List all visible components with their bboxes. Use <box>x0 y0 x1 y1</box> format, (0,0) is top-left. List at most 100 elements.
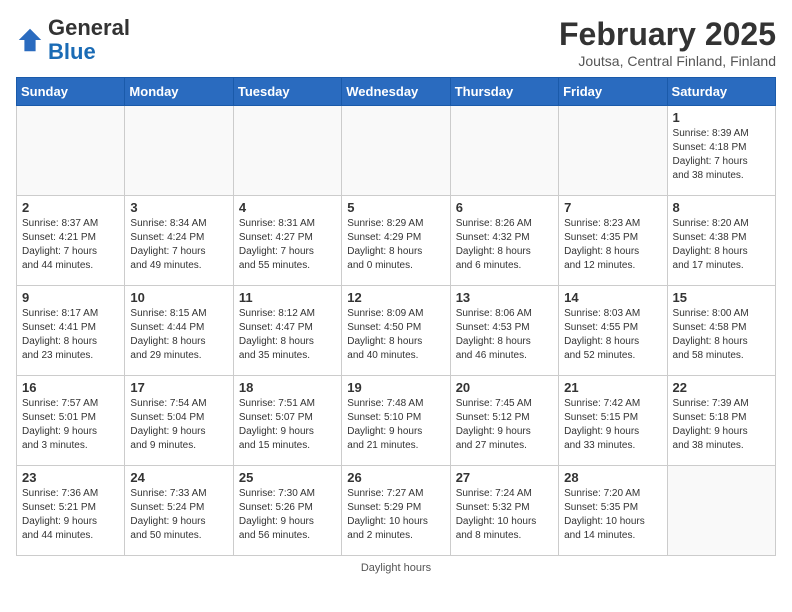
calendar-cell: 1 Sunrise: 8:39 AM Sunset: 4:18 PM Daylig… <box>667 106 775 196</box>
calendar-cell <box>233 106 341 196</box>
day-number: 19 <box>347 380 444 395</box>
day-info: Sunrise: 8:15 AM Sunset: 4:44 PM Dayligh… <box>130 307 227 363</box>
day-number: 5 <box>347 200 444 215</box>
day-number: 3 <box>130 200 227 215</box>
day-number: 9 <box>22 290 119 305</box>
calendar-cell: 7 Sunrise: 8:23 AM Sunset: 4:35 PM Daylig… <box>559 196 667 286</box>
calendar-cell: 18 Sunrise: 7:51 AM Sunset: 5:07 PM Dayli… <box>233 376 341 466</box>
day-info: Sunrise: 7:20 AM Sunset: 5:35 PM Dayligh… <box>564 487 661 543</box>
col-header-sunday: Sunday <box>17 78 125 106</box>
day-info: Sunrise: 7:57 AM Sunset: 5:01 PM Dayligh… <box>22 397 119 453</box>
logo-text: General Blue <box>48 16 130 64</box>
calendar-table: SundayMondayTuesdayWednesdayThursdayFrid… <box>16 77 776 556</box>
col-header-thursday: Thursday <box>450 78 558 106</box>
col-header-friday: Friday <box>559 78 667 106</box>
calendar-cell: 8Sunrise: 8:20 AM Sunset: 4:38 PM Daylig… <box>667 196 775 286</box>
calendar-week-1: 1 Sunrise: 8:39 AM Sunset: 4:18 PM Daylig… <box>17 106 776 196</box>
calendar-cell: 10 Sunrise: 8:15 AM Sunset: 4:44 PM Dayli… <box>125 286 233 376</box>
page-header: General Blue February 2025 Joutsa, Centr… <box>16 16 776 69</box>
calendar-cell: 22Sunrise: 7:39 AM Sunset: 5:18 PM Dayli… <box>667 376 775 466</box>
day-number: 26 <box>347 470 444 485</box>
logo: General Blue <box>16 16 130 64</box>
logo-general: General <box>48 15 130 40</box>
calendar-cell: 19 Sunrise: 7:48 AM Sunset: 5:10 PM Dayli… <box>342 376 450 466</box>
calendar-cell: 14 Sunrise: 8:03 AM Sunset: 4:55 PM Dayli… <box>559 286 667 376</box>
day-info: Sunrise: 7:30 AM Sunset: 5:26 PM Dayligh… <box>239 487 336 543</box>
day-number: 21 <box>564 380 661 395</box>
day-number: 7 <box>564 200 661 215</box>
col-header-tuesday: Tuesday <box>233 78 341 106</box>
day-number: 20 <box>456 380 553 395</box>
calendar-cell: 13 Sunrise: 8:06 AM Sunset: 4:53 PM Dayli… <box>450 286 558 376</box>
day-number: 18 <box>239 380 336 395</box>
day-number: 4 <box>239 200 336 215</box>
day-info: Sunrise: 7:24 AM Sunset: 5:32 PM Dayligh… <box>456 487 553 543</box>
calendar-cell: 16Sunrise: 7:57 AM Sunset: 5:01 PM Dayli… <box>17 376 125 466</box>
calendar-week-5: 23 Sunrise: 7:36 AM Sunset: 5:21 PM Dayli… <box>17 466 776 556</box>
day-number: 12 <box>347 290 444 305</box>
month-title: February 2025 <box>559 16 776 53</box>
col-header-monday: Monday <box>125 78 233 106</box>
day-info: Sunrise: 8:20 AM Sunset: 4:38 PM Dayligh… <box>673 217 770 273</box>
calendar-week-4: 16Sunrise: 7:57 AM Sunset: 5:01 PM Dayli… <box>17 376 776 466</box>
calendar-cell: 20 Sunrise: 7:45 AM Sunset: 5:12 PM Dayli… <box>450 376 558 466</box>
day-info: Sunrise: 7:39 AM Sunset: 5:18 PM Dayligh… <box>673 397 770 453</box>
calendar-week-3: 9Sunrise: 8:17 AM Sunset: 4:41 PM Daylig… <box>17 286 776 376</box>
day-number: 24 <box>130 470 227 485</box>
day-number: 14 <box>564 290 661 305</box>
day-number: 23 <box>22 470 119 485</box>
calendar-cell: 3 Sunrise: 8:34 AM Sunset: 4:24 PM Daylig… <box>125 196 233 286</box>
day-number: 10 <box>130 290 227 305</box>
calendar-cell <box>559 106 667 196</box>
calendar-cell: 28Sunrise: 7:20 AM Sunset: 5:35 PM Dayli… <box>559 466 667 556</box>
calendar-cell: 6Sunrise: 8:26 AM Sunset: 4:32 PM Daylig… <box>450 196 558 286</box>
calendar-cell: 26 Sunrise: 7:27 AM Sunset: 5:29 PM Dayli… <box>342 466 450 556</box>
footer-note: Daylight hours <box>16 562 776 574</box>
calendar-cell: 21 Sunrise: 7:42 AM Sunset: 5:15 PM Dayli… <box>559 376 667 466</box>
day-info: Sunrise: 8:31 AM Sunset: 4:27 PM Dayligh… <box>239 217 336 273</box>
location-subtitle: Joutsa, Central Finland, Finland <box>559 53 776 69</box>
calendar-cell: 17Sunrise: 7:54 AM Sunset: 5:04 PM Dayli… <box>125 376 233 466</box>
day-info: Sunrise: 8:03 AM Sunset: 4:55 PM Dayligh… <box>564 307 661 363</box>
day-number: 6 <box>456 200 553 215</box>
day-info: Sunrise: 8:23 AM Sunset: 4:35 PM Dayligh… <box>564 217 661 273</box>
day-info: Sunrise: 8:39 AM Sunset: 4:18 PM Dayligh… <box>673 127 770 183</box>
calendar-header-row: SundayMondayTuesdayWednesdayThursdayFrid… <box>17 78 776 106</box>
day-info: Sunrise: 7:45 AM Sunset: 5:12 PM Dayligh… <box>456 397 553 453</box>
day-number: 11 <box>239 290 336 305</box>
day-info: Sunrise: 7:54 AM Sunset: 5:04 PM Dayligh… <box>130 397 227 453</box>
calendar-cell: 23 Sunrise: 7:36 AM Sunset: 5:21 PM Dayli… <box>17 466 125 556</box>
day-info: Sunrise: 8:34 AM Sunset: 4:24 PM Dayligh… <box>130 217 227 273</box>
calendar-week-2: 2 Sunrise: 8:37 AM Sunset: 4:21 PM Daylig… <box>17 196 776 286</box>
calendar-cell: 25 Sunrise: 7:30 AM Sunset: 5:26 PM Dayli… <box>233 466 341 556</box>
day-info: Sunrise: 7:48 AM Sunset: 5:10 PM Dayligh… <box>347 397 444 453</box>
calendar-cell <box>667 466 775 556</box>
calendar-cell: 2 Sunrise: 8:37 AM Sunset: 4:21 PM Daylig… <box>17 196 125 286</box>
day-number: 15 <box>673 290 770 305</box>
calendar-cell <box>450 106 558 196</box>
day-info: Sunrise: 8:06 AM Sunset: 4:53 PM Dayligh… <box>456 307 553 363</box>
calendar-cell: 11 Sunrise: 8:12 AM Sunset: 4:47 PM Dayli… <box>233 286 341 376</box>
day-number: 27 <box>456 470 553 485</box>
title-block: February 2025 Joutsa, Central Finland, F… <box>559 16 776 69</box>
calendar-cell: 5Sunrise: 8:29 AM Sunset: 4:29 PM Daylig… <box>342 196 450 286</box>
col-header-saturday: Saturday <box>667 78 775 106</box>
day-info: Sunrise: 8:37 AM Sunset: 4:21 PM Dayligh… <box>22 217 119 273</box>
day-info: Sunrise: 7:51 AM Sunset: 5:07 PM Dayligh… <box>239 397 336 453</box>
calendar-cell <box>17 106 125 196</box>
day-info: Sunrise: 7:42 AM Sunset: 5:15 PM Dayligh… <box>564 397 661 453</box>
day-info: Sunrise: 7:27 AM Sunset: 5:29 PM Dayligh… <box>347 487 444 543</box>
day-number: 1 <box>673 110 770 125</box>
day-number: 13 <box>456 290 553 305</box>
calendar-cell <box>125 106 233 196</box>
day-info: Sunrise: 7:36 AM Sunset: 5:21 PM Dayligh… <box>22 487 119 543</box>
day-info: Sunrise: 8:09 AM Sunset: 4:50 PM Dayligh… <box>347 307 444 363</box>
day-number: 25 <box>239 470 336 485</box>
calendar-cell: 4 Sunrise: 8:31 AM Sunset: 4:27 PM Daylig… <box>233 196 341 286</box>
calendar-cell: 27 Sunrise: 7:24 AM Sunset: 5:32 PM Dayli… <box>450 466 558 556</box>
day-info: Sunrise: 8:12 AM Sunset: 4:47 PM Dayligh… <box>239 307 336 363</box>
day-info: Sunrise: 8:00 AM Sunset: 4:58 PM Dayligh… <box>673 307 770 363</box>
col-header-wednesday: Wednesday <box>342 78 450 106</box>
day-info: Sunrise: 7:33 AM Sunset: 5:24 PM Dayligh… <box>130 487 227 543</box>
day-number: 2 <box>22 200 119 215</box>
